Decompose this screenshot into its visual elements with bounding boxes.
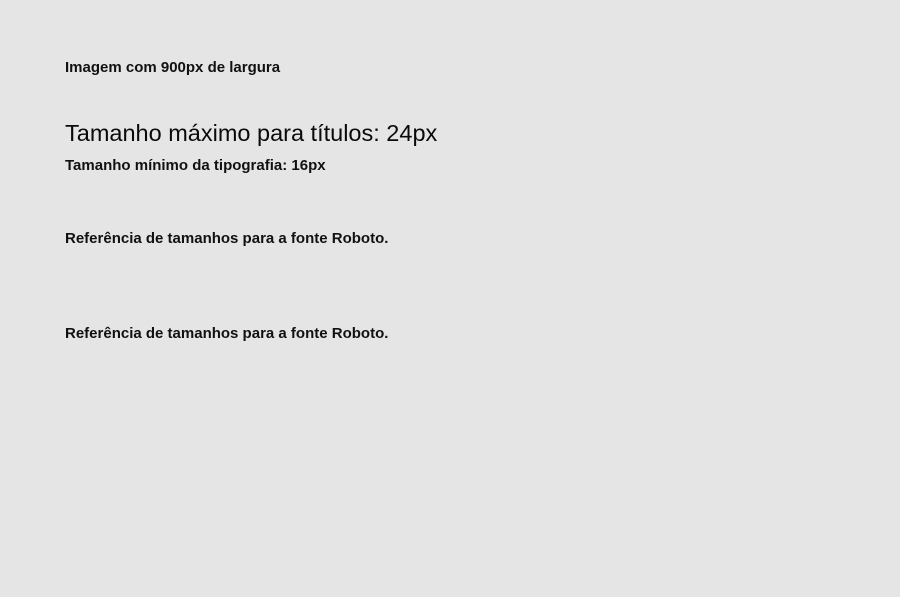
font-reference-text-2: Referência de tamanhos para a fonte Robo…	[65, 325, 389, 342]
max-title-size-heading: Tamanho máximo para títulos: 24px	[65, 120, 438, 146]
min-type-size-text: Tamanho mínimo da tipografia: 16px	[65, 157, 326, 174]
width-note: Imagem com 900px de largura	[65, 59, 281, 76]
font-reference-text: Referência de tamanhos para a fonte Robo…	[65, 230, 389, 247]
